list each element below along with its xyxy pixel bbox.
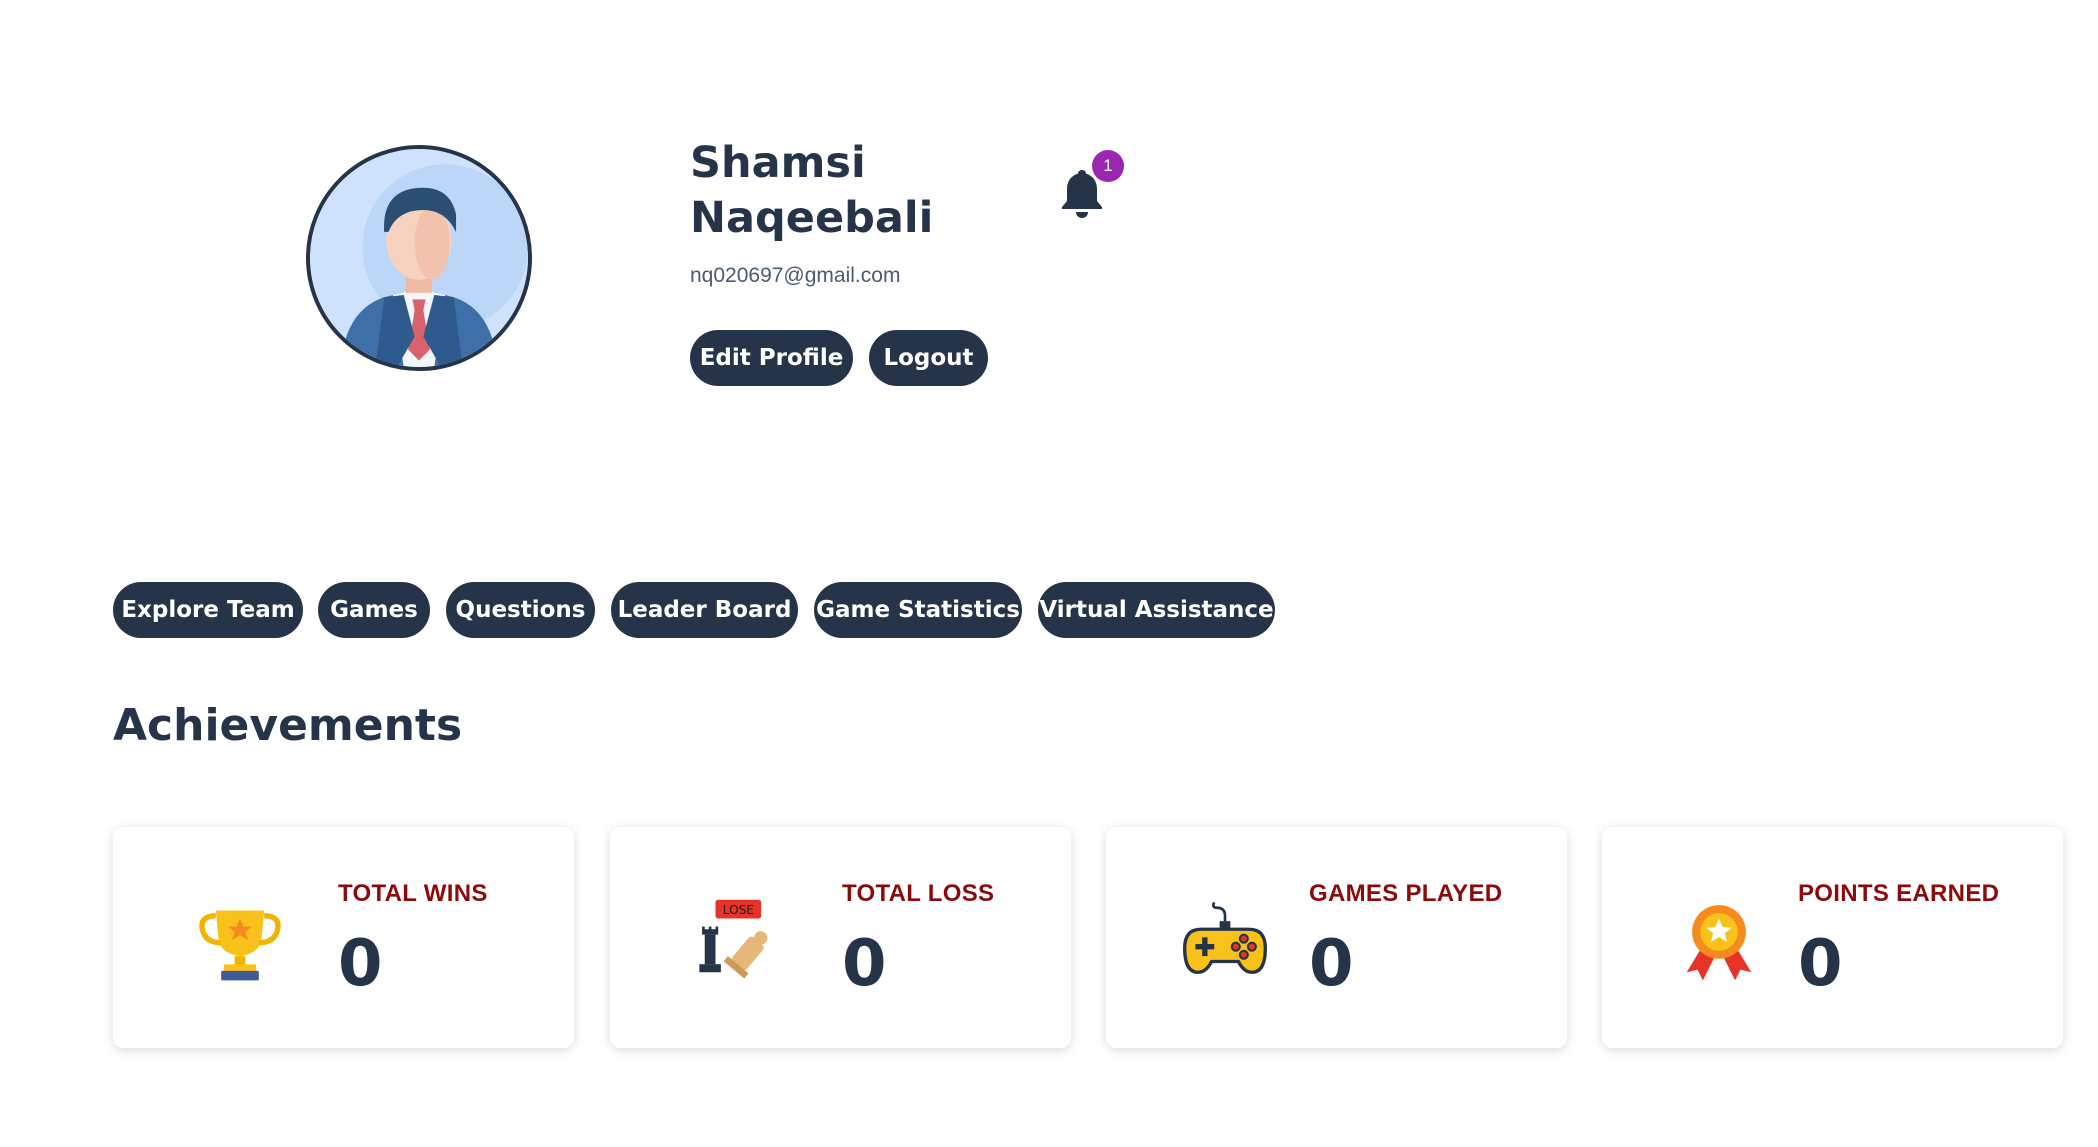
user-avatar-icon xyxy=(310,149,528,367)
notification-badge: 1 xyxy=(1092,150,1124,182)
nav-questions-button[interactable]: Questions xyxy=(446,582,595,638)
trophy-icon xyxy=(197,897,283,983)
chess-lose-icon: LOSE xyxy=(694,897,780,983)
stat-card-points-earned: POINTS EARNED 0 xyxy=(1602,827,2063,1048)
nav-games-button[interactable]: Games xyxy=(318,582,430,638)
stat-value: 0 xyxy=(1798,927,1843,1001)
stat-card-games-played: GAMES PLAYED 0 xyxy=(1106,827,1567,1048)
nav-game-statistics-button[interactable]: Game Statistics xyxy=(814,582,1022,638)
user-first-name: Shamsi xyxy=(690,138,866,188)
stat-label: TOTAL WINS xyxy=(338,880,488,907)
user-name: Shamsi Naqeebali xyxy=(690,136,990,246)
user-last-name: Naqeebali xyxy=(690,193,934,243)
edit-profile-button[interactable]: Edit Profile xyxy=(690,330,853,386)
medal-icon xyxy=(1676,897,1762,983)
stat-label: GAMES PLAYED xyxy=(1309,880,1503,907)
achievements-title: Achievements xyxy=(113,700,463,751)
stat-value: 0 xyxy=(1309,927,1354,1001)
stat-value: 0 xyxy=(338,927,383,1001)
stat-value: 0 xyxy=(842,927,887,1001)
nav-virtual-assistance-button[interactable]: Virtual Assistance xyxy=(1038,582,1275,638)
gamepad-icon xyxy=(1182,897,1268,983)
stat-label: POINTS EARNED xyxy=(1798,880,2000,907)
logout-button[interactable]: Logout xyxy=(869,330,988,386)
user-email: nq020697@gmail.com xyxy=(690,264,901,287)
stat-label: TOTAL LOSS xyxy=(842,880,995,907)
avatar xyxy=(306,145,532,371)
stat-card-total-wins: TOTAL WINS 0 xyxy=(113,827,574,1048)
nav-leader-board-button[interactable]: Leader Board xyxy=(611,582,798,638)
svg-text:LOSE: LOSE xyxy=(723,903,754,917)
nav-explore-team-button[interactable]: Explore Team xyxy=(113,582,303,638)
stat-card-total-loss: LOSE TOTAL LOSS 0 xyxy=(610,827,1071,1048)
profile-page: Shamsi Naqeebali nq020697@gmail.com Edit… xyxy=(0,0,2098,1147)
